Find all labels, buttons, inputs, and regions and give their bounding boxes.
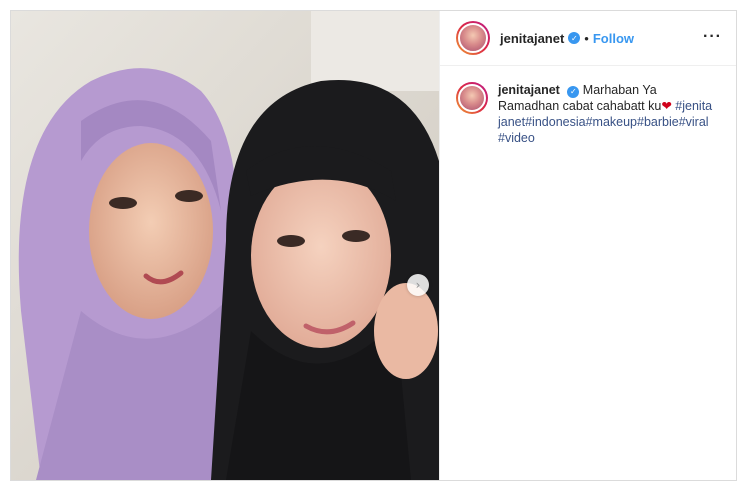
separator-dot: • (584, 30, 589, 46)
post-container: › jenitajanet ✓ • Follow ··· jenitajanet… (10, 10, 737, 481)
heart-emoji-icon: ❤ (661, 98, 672, 113)
caption-username[interactable]: jenitajanet (498, 83, 560, 97)
follow-button[interactable]: Follow (593, 31, 634, 46)
verified-badge-icon: ✓ (568, 32, 581, 44)
chevron-right-icon: › (415, 278, 421, 292)
caption-verified-badge-icon: ✓ (567, 86, 580, 98)
profile-avatar-icon[interactable] (456, 21, 490, 55)
caption-comment: jenitajanet ✓ Marhaban Ya Ramadhan cabat… (440, 66, 736, 146)
selfie-image (11, 11, 439, 480)
carousel-next-button[interactable]: › (407, 274, 429, 296)
caption-avatar-icon[interactable] (456, 82, 488, 114)
caption-text-block: jenitajanet ✓ Marhaban Ya Ramadhan cabat… (498, 82, 713, 146)
post-photo[interactable]: › (11, 11, 439, 480)
more-options-icon[interactable]: ··· (703, 28, 722, 46)
post-header: jenitajanet ✓ • Follow ··· (440, 11, 736, 66)
post-sidebar: jenitajanet ✓ • Follow ··· jenitajanet ✓… (439, 11, 736, 480)
header-username[interactable]: jenitajanet (500, 31, 564, 46)
